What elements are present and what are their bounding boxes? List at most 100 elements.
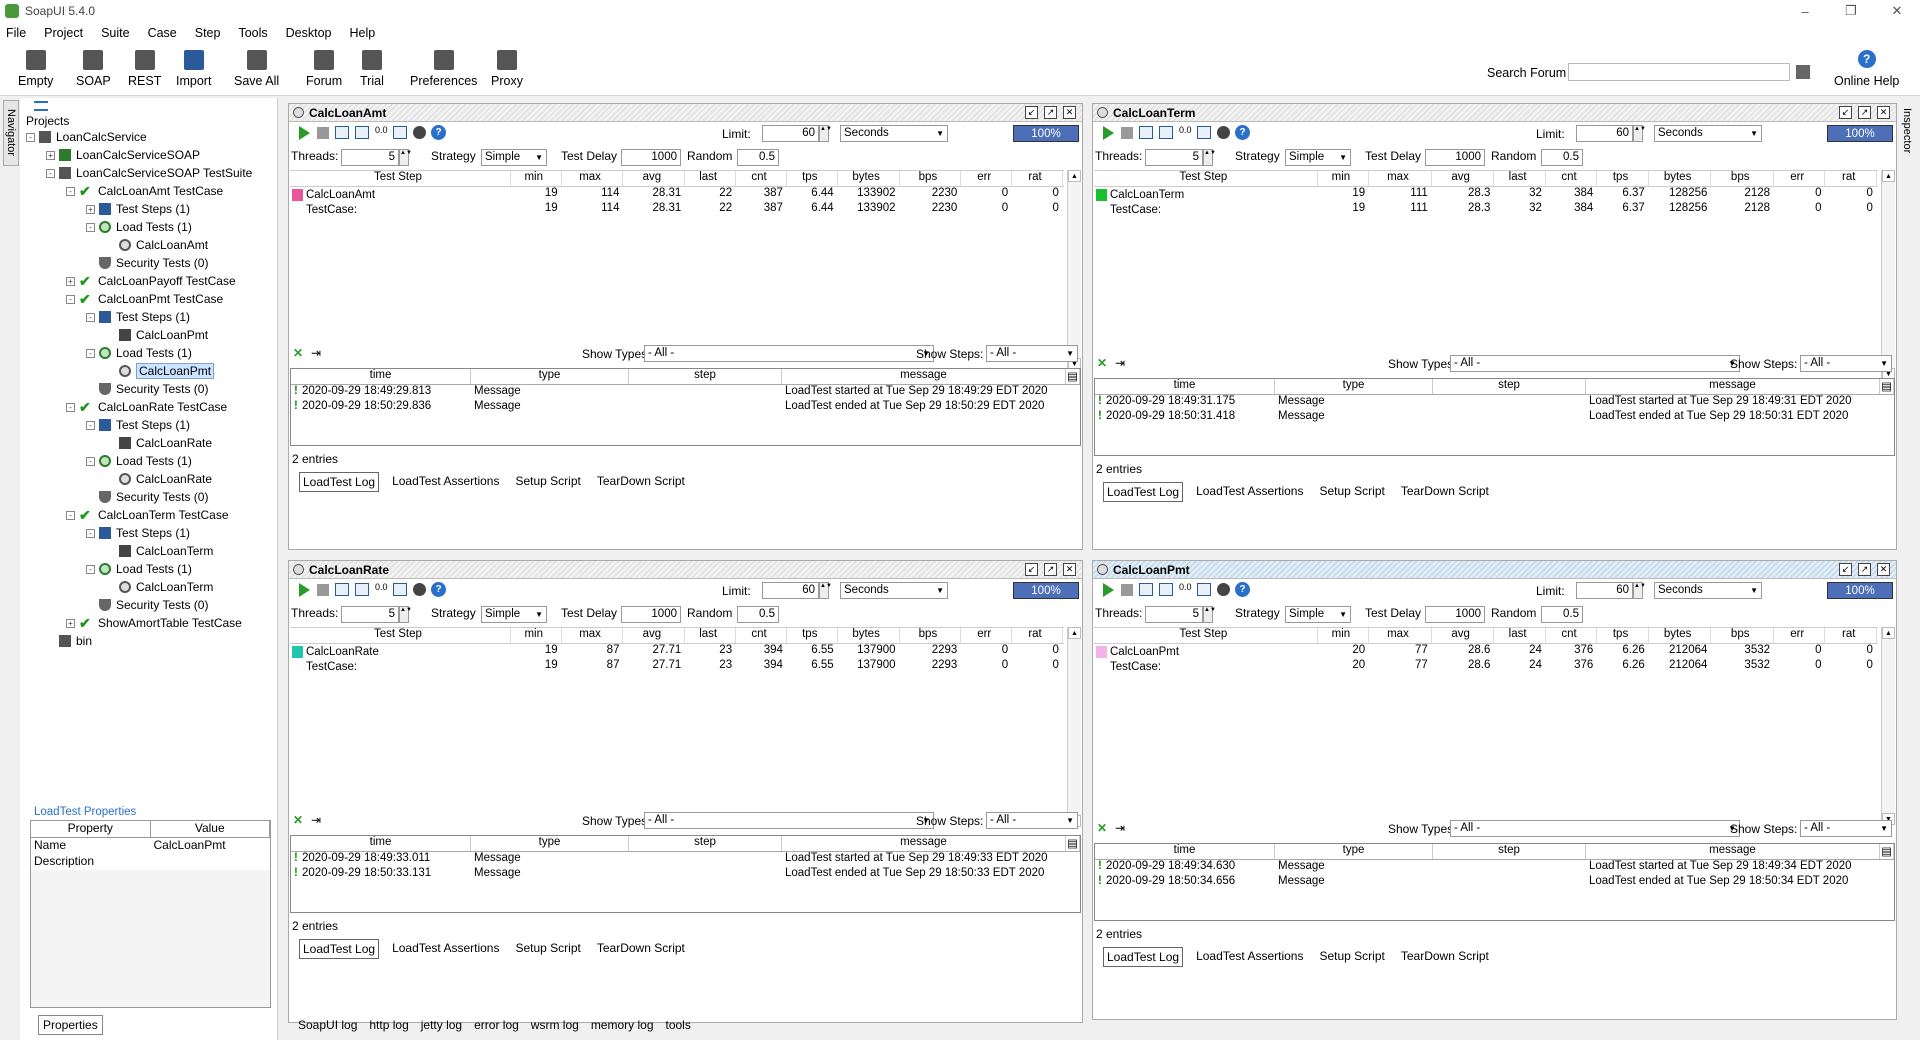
export-log-icon[interactable]: ⇥ — [1115, 356, 1125, 370]
export-icon[interactable] — [1197, 583, 1211, 596]
expand-toggle-icon[interactable]: - — [86, 312, 95, 322]
tree-item[interactable]: - Load Tests (1) — [86, 344, 192, 362]
column-header-tps[interactable]: tps — [1597, 628, 1649, 643]
column-header-max[interactable]: max — [562, 171, 624, 186]
column-header-rat[interactable]: rat — [1825, 628, 1877, 643]
history-icon[interactable] — [355, 126, 369, 139]
menu-file[interactable]: File — [6, 26, 26, 40]
log-column-type[interactable]: type — [1275, 379, 1433, 394]
tree-item[interactable]: - Test Steps (1) — [86, 416, 190, 434]
random-input[interactable]: 0.5 — [737, 606, 779, 623]
tab-loadtest-log[interactable]: LoadTest Log — [299, 472, 380, 492]
tree-item[interactable]: - Load Tests (1) — [86, 218, 192, 236]
menu-help[interactable]: Help — [350, 26, 376, 40]
export-log-icon[interactable]: ⇥ — [1115, 821, 1125, 835]
random-input[interactable]: 0.5 — [1541, 149, 1583, 166]
detach-icon[interactable]: ↗ — [1044, 563, 1057, 576]
tree-item[interactable]: CalcLoanTerm — [106, 542, 213, 560]
threads-input[interactable]: 5 — [1145, 149, 1203, 166]
column-header-max[interactable]: max — [1369, 628, 1432, 643]
tab-teardown-script[interactable]: TearDown Script — [594, 472, 688, 492]
threads-spinner[interactable]: ▲▼ — [399, 606, 412, 623]
column-header-bytes[interactable]: bytes — [838, 171, 900, 186]
tab-tools[interactable]: tools — [666, 1018, 691, 1032]
expand-toggle-icon[interactable]: - — [86, 222, 95, 232]
help-icon[interactable]: ? — [1235, 582, 1250, 597]
statistics-scrollbar[interactable]: ▲▼ — [1067, 627, 1081, 827]
expand-toggle-icon[interactable]: - — [86, 564, 95, 574]
limit-spinner[interactable]: ▲▼ — [1633, 582, 1646, 599]
threads-spinner[interactable]: ▲▼ — [399, 149, 412, 166]
expand-toggle-icon[interactable]: - — [86, 348, 95, 358]
show-types-select[interactable]: - All - — [1450, 820, 1740, 837]
shrink-icon[interactable]: ↙ — [1025, 563, 1038, 576]
stop-icon[interactable] — [1121, 127, 1133, 139]
log-column-time[interactable]: time — [291, 836, 471, 851]
column-chooser-icon[interactable]: ▤ — [1880, 379, 1894, 394]
log-column-step[interactable]: step — [629, 369, 782, 384]
column-header-cnt[interactable]: cnt — [736, 628, 787, 643]
log-column-step[interactable]: step — [1433, 379, 1586, 394]
threads-spinner[interactable]: ▲▼ — [1203, 606, 1216, 623]
log-row[interactable]: ! 2020-09-29 18:49:29.813 Message LoadTest … — [291, 385, 1080, 400]
run-icon[interactable] — [1103, 126, 1114, 140]
minimize-icon[interactable]: – — [1782, 0, 1828, 22]
limit-unit-select[interactable]: Seconds — [1654, 125, 1762, 142]
export-icon[interactable] — [393, 126, 407, 139]
resolution-icon[interactable]: 0.0 — [375, 125, 388, 135]
column-chooser-icon[interactable]: ▤ — [1066, 836, 1080, 851]
detach-icon[interactable]: ↗ — [1858, 563, 1871, 576]
column-header-rat[interactable]: rat — [1825, 171, 1877, 186]
column-header-cnt[interactable]: cnt — [1546, 628, 1598, 643]
options-icon[interactable] — [413, 583, 426, 596]
strategy-select[interactable]: Simple — [1285, 149, 1351, 166]
close-icon[interactable]: ✕ — [1063, 106, 1076, 119]
toolbar-proxy-button[interactable]: Proxy — [491, 50, 523, 88]
tab-soapui-log[interactable]: SoapUI log — [298, 1018, 357, 1032]
expand-toggle-icon[interactable]: - — [66, 186, 75, 196]
tab-teardown-script[interactable]: TearDown Script — [1398, 482, 1492, 502]
log-row[interactable]: ! 2020-09-29 18:50:33.131 Message LoadTest … — [291, 867, 1080, 882]
tab-setup-script[interactable]: Setup Script — [1316, 947, 1387, 967]
inspector-tab[interactable]: Inspector — [1899, 104, 1915, 158]
run-icon[interactable] — [299, 126, 310, 140]
expand-toggle-icon[interactable]: - — [86, 420, 95, 430]
limit-input[interactable]: 60 — [762, 582, 819, 599]
options-icon[interactable] — [413, 126, 426, 139]
restore-icon[interactable]: ❐ — [1828, 0, 1874, 22]
table-row[interactable]: CalcLoanAmt 19 114 28.31 22 387 6.44 133902 2230… — [290, 187, 1064, 202]
clear-log-icon[interactable]: ✕ — [293, 813, 303, 827]
run-icon[interactable] — [1103, 583, 1114, 597]
menu-desktop[interactable]: Desktop — [286, 26, 332, 40]
close-icon[interactable]: ✕ — [1877, 106, 1890, 119]
column-header-err[interactable]: err — [961, 628, 1013, 643]
limit-spinner[interactable]: ▲▼ — [819, 125, 832, 142]
show-steps-select[interactable]: - All - — [1800, 820, 1892, 837]
strategy-select[interactable]: Simple — [481, 149, 547, 166]
tab-loadtest-assertions[interactable]: LoadTest Assertions — [1193, 482, 1306, 502]
log-row[interactable]: ! 2020-09-29 18:49:33.011 Message LoadTest … — [291, 852, 1080, 867]
table-row[interactable]: CalcLoanRate 19 87 27.71 23 394 6.55 137900 2293… — [290, 644, 1064, 659]
scroll-up-icon[interactable]: ▲ — [1068, 170, 1081, 182]
limit-unit-select[interactable]: Seconds — [840, 582, 948, 599]
expand-toggle-icon[interactable]: - — [86, 456, 95, 466]
column-header-bps[interactable]: bps — [1711, 628, 1775, 643]
column-header-test-step[interactable]: Test Step — [1094, 171, 1318, 186]
table-row[interactable]: TestCase: 19 111 28.3 32 384 6.37 128256 2128 0 0 — [1094, 202, 1878, 217]
column-header-min[interactable]: min — [511, 628, 562, 643]
stop-icon[interactable] — [317, 584, 329, 596]
statistics-icon[interactable] — [1139, 126, 1153, 139]
strategy-select[interactable]: Simple — [1285, 606, 1351, 623]
tab-http-log[interactable]: http log — [369, 1018, 408, 1032]
stop-icon[interactable] — [1121, 584, 1133, 596]
column-header-bytes[interactable]: bytes — [838, 628, 900, 643]
toolbar-preferences-button[interactable]: Preferences — [410, 50, 477, 88]
table-row[interactable]: Name CalcLoanPmt — [31, 838, 270, 854]
statistics-icon[interactable] — [335, 583, 349, 596]
toolbar-save-all-button[interactable]: Save All — [234, 50, 279, 88]
tree-item[interactable]: CalcLoanAmt — [106, 236, 208, 254]
tree-item[interactable]: - ✔ CalcLoanAmt TestCase — [66, 182, 223, 200]
tree-item[interactable]: CalcLoanRate — [106, 470, 212, 488]
table-row[interactable]: Description — [31, 854, 270, 870]
resolution-icon[interactable]: 0.0 — [1179, 125, 1192, 135]
